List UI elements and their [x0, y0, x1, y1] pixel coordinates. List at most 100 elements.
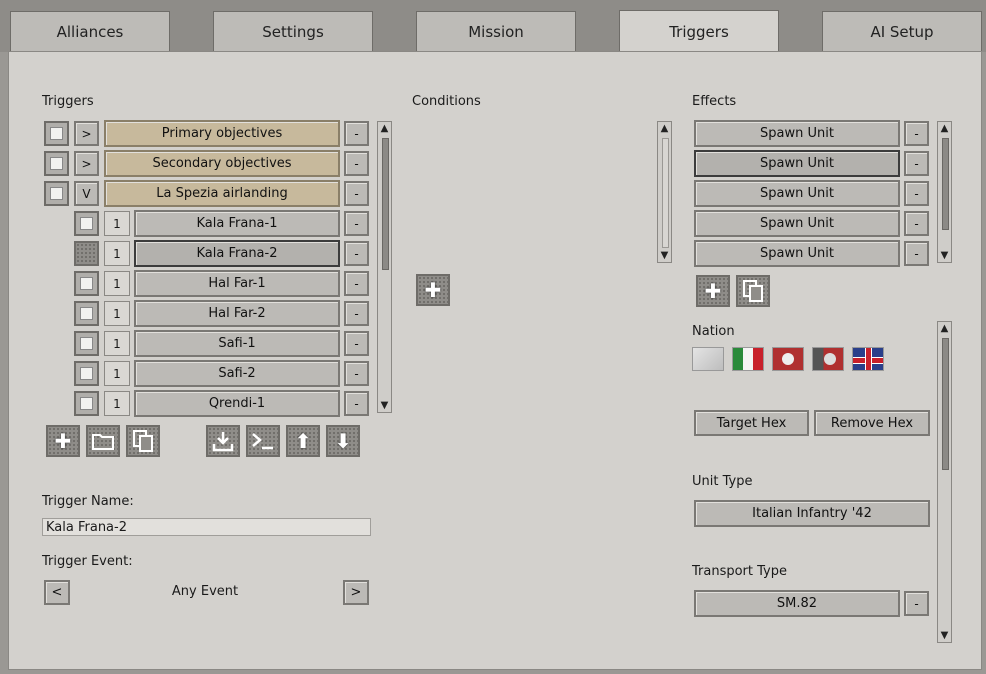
move-up-button[interactable]: ⬆ [286, 425, 320, 457]
scroll-up-icon[interactable]: ▲ [938, 122, 951, 135]
scroll-down-icon[interactable]: ▼ [658, 249, 671, 262]
scroll-thumb[interactable] [382, 138, 389, 270]
effect-item-selected[interactable]: Spawn Unit [694, 150, 900, 177]
trigger-count: 1 [104, 211, 130, 236]
copy-icon [133, 430, 153, 452]
trigger-item[interactable]: Qrendi-1 [134, 390, 340, 417]
add-trigger-button[interactable]: ✚ [46, 425, 80, 457]
remove-trigger-button[interactable]: - [344, 361, 369, 386]
scroll-up-icon[interactable]: ▲ [938, 322, 951, 335]
scroll-track[interactable] [662, 138, 669, 248]
transport-type-label: Transport Type [692, 564, 787, 579]
remove-effect-button[interactable]: - [904, 241, 929, 266]
scroll-down-icon[interactable]: ▼ [378, 399, 391, 412]
scroll-down-icon[interactable]: ▼ [938, 629, 951, 642]
group-checkbox[interactable] [44, 151, 69, 176]
effect-item[interactable]: Spawn Unit [694, 120, 900, 147]
group-checkbox[interactable] [44, 181, 69, 206]
trigger-item[interactable]: Kala Frana-1 [134, 210, 340, 237]
conditions-heading: Conditions [412, 94, 481, 109]
germany-alt-flag-icon[interactable] [812, 347, 844, 371]
event-prev-button[interactable]: < [44, 580, 70, 605]
tab-alliances[interactable]: Alliances [10, 11, 170, 51]
open-folder-button[interactable] [86, 425, 120, 457]
copy-trigger-button[interactable] [126, 425, 160, 457]
arrow-up-icon: ⬆ [294, 429, 312, 453]
tab-triggers[interactable]: Triggers [619, 10, 779, 53]
triggers-scrollbar[interactable]: ▲ ▼ [377, 121, 392, 413]
remove-trigger-button[interactable]: - [344, 391, 369, 416]
remove-trigger-button[interactable]: - [344, 241, 369, 266]
scroll-thumb[interactable] [942, 138, 949, 230]
add-effect-button[interactable]: ✚ [696, 275, 730, 307]
trigger-count: 1 [104, 391, 130, 416]
remove-hex-button[interactable]: Remove Hex [814, 410, 930, 436]
expander-button[interactable]: > [74, 151, 99, 176]
scroll-up-icon[interactable]: ▲ [378, 122, 391, 135]
trigger-item-selected[interactable]: Kala Frana-2 [134, 240, 340, 267]
expander-button[interactable]: > [74, 121, 99, 146]
trigger-checkbox[interactable] [74, 301, 99, 326]
triggers-heading: Triggers [42, 94, 94, 109]
trigger-checkbox[interactable] [74, 391, 99, 416]
trigger-group-secondary[interactable]: Secondary objectives [104, 150, 340, 177]
group-checkbox[interactable] [44, 121, 69, 146]
trigger-checkbox[interactable] [74, 271, 99, 296]
move-down-button[interactable]: ⬇ [326, 425, 360, 457]
details-scrollbar[interactable]: ▲ ▼ [937, 321, 952, 643]
remove-effect-button[interactable]: - [904, 151, 929, 176]
remove-effect-button[interactable]: - [904, 211, 929, 236]
trigger-group-la-spezia[interactable]: La Spezia airlanding [104, 180, 340, 207]
uk-flag-icon[interactable] [852, 347, 884, 371]
transport-type-select[interactable]: SM.82 [694, 590, 900, 617]
trigger-count: 1 [104, 361, 130, 386]
remove-trigger-button[interactable]: - [344, 151, 369, 176]
unit-type-select[interactable]: Italian Infantry '42 [694, 500, 930, 527]
tab-settings[interactable]: Settings [213, 11, 373, 51]
effect-item[interactable]: Spawn Unit [694, 210, 900, 237]
plus-icon: ✚ [54, 429, 72, 453]
console-button[interactable] [246, 425, 280, 457]
trigger-checkbox[interactable] [74, 211, 99, 236]
remove-effect-button[interactable]: - [904, 121, 929, 146]
tab-ai-setup[interactable]: AI Setup [822, 11, 982, 51]
copy-effect-button[interactable] [736, 275, 770, 307]
effect-item[interactable]: Spawn Unit [694, 240, 900, 267]
expander-button[interactable]: V [74, 181, 99, 206]
remove-trigger-button[interactable]: - [344, 121, 369, 146]
trigger-name-label: Trigger Name: [42, 494, 134, 509]
remove-transport-button[interactable]: - [904, 591, 929, 616]
trigger-name-field[interactable]: Kala Frana-2 [42, 518, 371, 536]
italy-flag-icon[interactable] [732, 347, 764, 371]
trigger-item[interactable]: Hal Far-2 [134, 300, 340, 327]
neutral-flag-icon[interactable] [692, 347, 724, 371]
trigger-item[interactable]: Hal Far-1 [134, 270, 340, 297]
remove-effect-button[interactable]: - [904, 181, 929, 206]
tab-mission[interactable]: Mission [416, 11, 576, 51]
scroll-thumb[interactable] [942, 338, 949, 470]
remove-trigger-button[interactable]: - [344, 331, 369, 356]
remove-trigger-button[interactable]: - [344, 211, 369, 236]
trigger-checkbox[interactable] [74, 361, 99, 386]
trigger-item[interactable]: Safi-1 [134, 330, 340, 357]
remove-trigger-button[interactable]: - [344, 181, 369, 206]
trigger-checkbox[interactable] [74, 331, 99, 356]
effects-scrollbar[interactable]: ▲ ▼ [937, 121, 952, 263]
germany-flag-icon[interactable] [772, 347, 804, 371]
trigger-checkbox[interactable] [74, 241, 99, 266]
event-next-button[interactable]: > [343, 580, 369, 605]
terminal-icon [252, 433, 273, 450]
tab-bar: Alliances Settings Mission Triggers AI S… [0, 0, 986, 53]
trigger-item[interactable]: Safi-2 [134, 360, 340, 387]
remove-trigger-button[interactable]: - [344, 301, 369, 326]
add-condition-button[interactable]: ✚ [416, 274, 450, 306]
trigger-group-primary[interactable]: Primary objectives [104, 120, 340, 147]
conditions-scrollbar[interactable]: ▲ ▼ [657, 121, 672, 263]
scroll-up-icon[interactable]: ▲ [658, 122, 671, 135]
remove-trigger-button[interactable]: - [344, 271, 369, 296]
effect-item[interactable]: Spawn Unit [694, 180, 900, 207]
target-hex-button[interactable]: Target Hex [694, 410, 809, 436]
scroll-down-icon[interactable]: ▼ [938, 249, 951, 262]
nation-label: Nation [692, 324, 735, 339]
import-button[interactable] [206, 425, 240, 457]
